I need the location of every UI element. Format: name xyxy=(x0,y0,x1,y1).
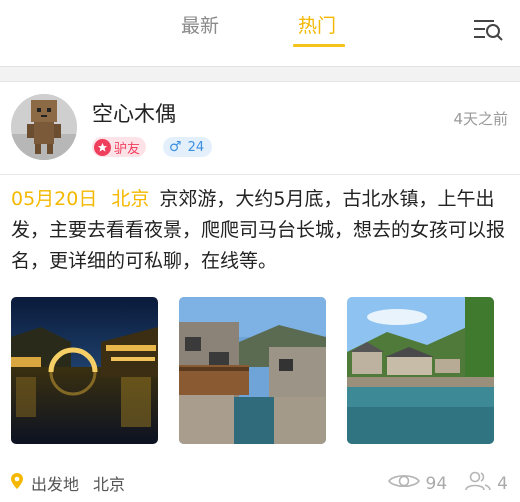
departure-info: 出发地 北京 xyxy=(11,471,125,495)
departure-city: 北京 xyxy=(93,475,126,494)
departure-label: 出发地 xyxy=(31,475,80,494)
username[interactable]: 空心木偶 xyxy=(92,101,176,127)
star-icon xyxy=(94,138,111,156)
tab-hot[interactable]: 热门 xyxy=(298,14,336,38)
post-photo-1[interactable] xyxy=(11,297,158,444)
gender-age-badge: ♂ 24 xyxy=(163,137,213,157)
header-divider xyxy=(0,174,520,175)
age-value: 24 xyxy=(187,139,205,155)
participant-count: 4 xyxy=(497,473,508,494)
top-bar: 最新 热门 xyxy=(0,0,520,66)
canal-photo xyxy=(179,297,326,444)
trip-city: 北京 xyxy=(111,188,150,210)
post-time: 4天之前 xyxy=(453,110,508,128)
tab-latest[interactable]: 最新 xyxy=(181,14,219,38)
post-content: 05月20日 北京 京郊游，大约5月底，古北水镇，上午出发，主要去看看夜景，爬爬司马… xyxy=(11,184,511,277)
river-town-photo xyxy=(347,297,494,444)
post-photo-3[interactable] xyxy=(347,297,494,444)
night-bridge-photo xyxy=(11,297,158,444)
post-photo-2[interactable] xyxy=(179,297,326,444)
participants-icon xyxy=(465,471,491,496)
male-icon: ♂ xyxy=(169,139,182,155)
search-menu-button[interactable] xyxy=(472,17,504,43)
view-count: 94 xyxy=(425,473,448,494)
search-list-icon xyxy=(474,20,503,41)
post-stats: 94 4 xyxy=(387,471,508,496)
trip-date: 05月20日 xyxy=(11,188,98,210)
section-divider xyxy=(0,66,520,82)
eye-icon xyxy=(387,472,420,495)
role-badge-label: 驴友 xyxy=(114,141,141,157)
location-pin-icon xyxy=(11,473,23,493)
active-tab-indicator xyxy=(293,44,345,47)
role-badge: 驴友 xyxy=(92,137,147,157)
danbo-avatar-image xyxy=(11,94,77,160)
avatar[interactable] xyxy=(11,94,77,160)
